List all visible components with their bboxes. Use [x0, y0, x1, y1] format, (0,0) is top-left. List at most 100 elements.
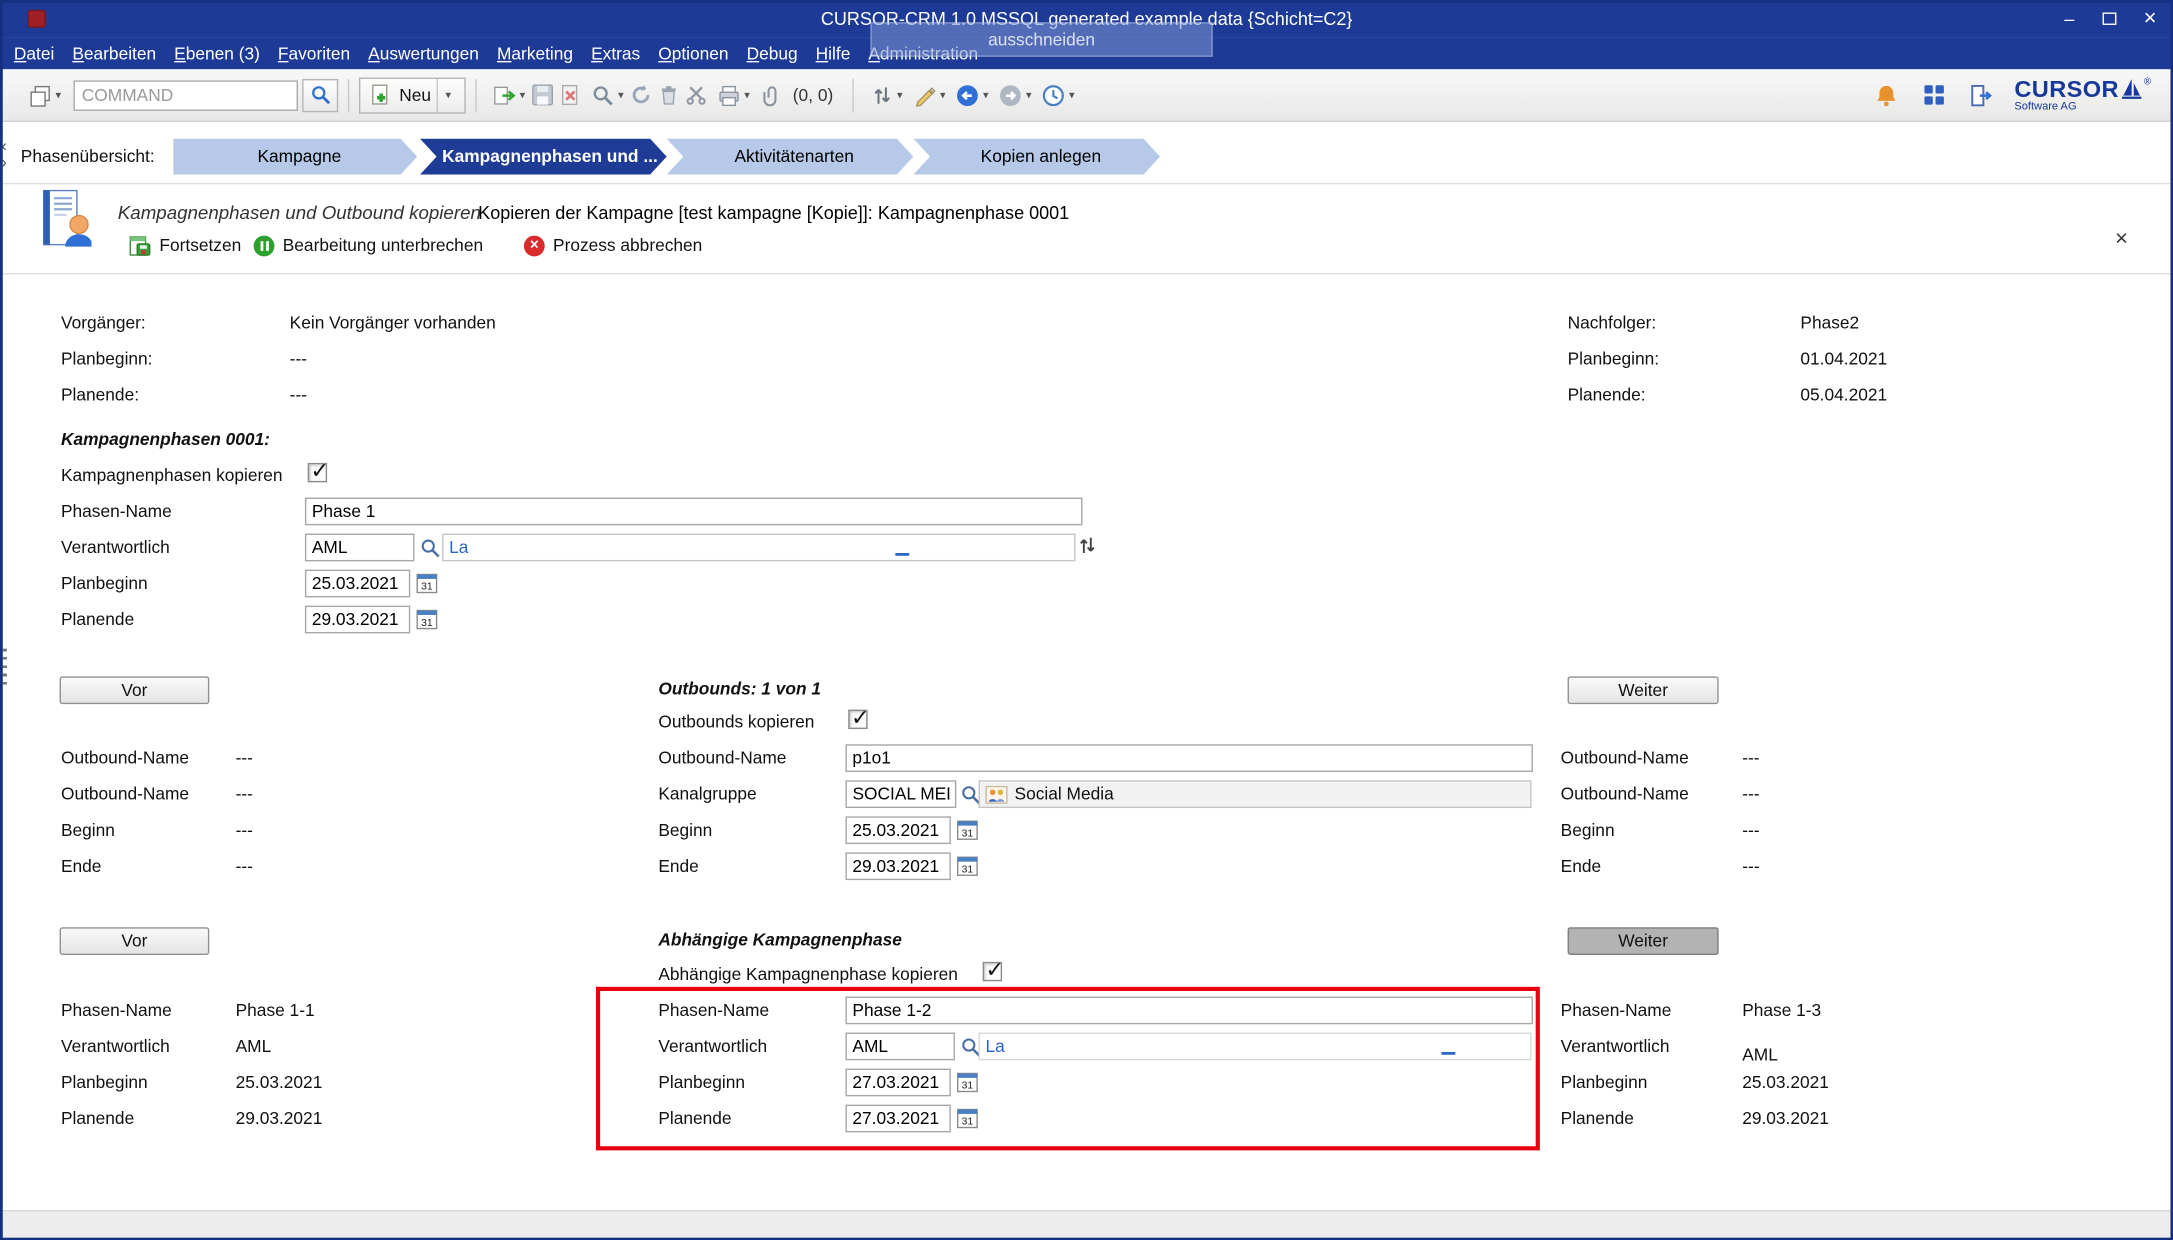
verantwortlich-link[interactable]: La	[985, 1037, 1004, 1058]
check-icon: ✓	[851, 704, 870, 732]
calendar-icon[interactable]: 31	[956, 818, 978, 842]
verantwortlich-display-field[interactable]	[442, 534, 1075, 562]
phase-copy-checkbox[interactable]: ✓	[308, 463, 327, 482]
search-records-caret-icon[interactable]: ▾	[618, 89, 624, 101]
tab-kampagnenphasen[interactable]: Kampagnenphasen und ...	[420, 139, 667, 175]
search-records-icon[interactable]	[589, 81, 617, 109]
calendar-icon[interactable]: 31	[956, 854, 978, 878]
print-caret-icon[interactable]: ▾	[744, 89, 750, 101]
sort-icon[interactable]	[868, 81, 896, 109]
fortsetzen-button[interactable]: Fortsetzen	[129, 230, 241, 260]
outbound-name-input[interactable]	[845, 744, 1532, 772]
history-icon[interactable]	[1040, 81, 1068, 109]
edit-caret-icon[interactable]: ▾	[940, 89, 946, 101]
cut-icon[interactable]	[683, 81, 711, 109]
bearbeitung-unterbrechen-button[interactable]: Bearbeitung unterbrechen	[254, 230, 483, 260]
outbound-name-value: ---	[236, 784, 253, 805]
menu-item-auswertungen[interactable]: Auswertungen	[368, 44, 479, 63]
command-search-button[interactable]	[302, 78, 338, 111]
calendar-icon[interactable]: 31	[956, 1106, 978, 1130]
planende-input[interactable]	[305, 606, 410, 634]
verantwortlich-input[interactable]	[305, 534, 414, 562]
logout-icon[interactable]	[1967, 81, 1995, 109]
verantwortlich-value: AML	[236, 1037, 272, 1058]
menu-item-datei[interactable]: Datei	[14, 44, 54, 63]
forward-icon[interactable]	[997, 81, 1025, 109]
nachfolger-value: Phase2	[1800, 313, 1859, 334]
menu-item-bearbeiten[interactable]: Bearbeiten	[72, 44, 156, 63]
sort-updown-icon[interactable]	[1078, 535, 1096, 556]
menu-item-ebenen[interactable]: Ebenen (3)	[174, 44, 260, 63]
outbound-name-label: Outbound-Name	[658, 748, 786, 769]
tab-aktivitaetenarten[interactable]: Aktivitätenarten	[667, 139, 914, 175]
export-icon[interactable]	[491, 81, 519, 109]
delete-record-icon[interactable]	[557, 81, 585, 109]
edit-icon[interactable]	[911, 81, 939, 109]
planbeginn-input[interactable]	[845, 1069, 950, 1097]
planbeginn-input[interactable]	[305, 570, 410, 598]
notification-icon[interactable]	[1873, 81, 1901, 109]
menu-item-optionen[interactable]: Optionen	[658, 44, 728, 63]
forward-caret-icon[interactable]: ▾	[1026, 89, 1032, 101]
kanalgruppe-input[interactable]	[845, 780, 956, 808]
planende-input[interactable]	[845, 1105, 950, 1133]
menu-item-extras[interactable]: Extras	[591, 44, 640, 63]
vorgaenger-label: Vorgänger:	[61, 313, 146, 334]
prozess-abbrechen-button[interactable]: × Prozess abbrechen	[524, 230, 702, 260]
phasen-name-input[interactable]	[845, 997, 1532, 1025]
verantwortlich-link[interactable]: La	[449, 538, 468, 559]
lookup-search-icon[interactable]	[420, 538, 441, 559]
apps-grid-icon[interactable]	[1920, 81, 1948, 109]
neu-caret-icon[interactable]: ▾	[446, 89, 452, 101]
command-input[interactable]	[73, 80, 298, 110]
verantwortlich-display-field[interactable]	[979, 1033, 1532, 1061]
new-record-icon	[366, 81, 394, 109]
panel-collapse-left-icon[interactable]: ‹	[1, 139, 7, 153]
neu-button[interactable]: Neu ▾	[359, 77, 466, 113]
print-icon[interactable]	[715, 81, 743, 109]
beginn-input[interactable]	[845, 816, 950, 844]
weiter-button[interactable]: Weiter	[1568, 927, 1719, 955]
phasen-name-input[interactable]	[305, 498, 1083, 526]
tab-kampagne[interactable]: Kampagne	[173, 139, 417, 175]
sort-caret-icon[interactable]: ▾	[897, 89, 903, 101]
attachment-icon[interactable]	[758, 81, 786, 109]
registered-mark: ®	[2144, 78, 2151, 88]
close-window-button[interactable]: ×	[2144, 8, 2157, 30]
weiter-button[interactable]: Weiter	[1568, 676, 1719, 704]
planbeginn-label: Planbeginn:	[61, 349, 153, 370]
vor-button[interactable]: Vor	[60, 927, 210, 955]
close-panel-icon[interactable]: ×	[2115, 227, 2128, 252]
menu-item-hilfe[interactable]: Hilfe	[816, 44, 851, 63]
window-copy-icon[interactable]	[26, 81, 54, 109]
trash-icon[interactable]	[656, 81, 684, 109]
outbounds-copy-checkbox[interactable]: ✓	[848, 710, 867, 729]
verantwortlich-input[interactable]	[845, 1033, 954, 1061]
back-caret-icon[interactable]: ▾	[983, 89, 989, 101]
menu-item-favoriten[interactable]: Favoriten	[278, 44, 350, 63]
maximize-button[interactable]	[2102, 10, 2116, 28]
calendar-icon[interactable]: 31	[416, 571, 438, 595]
ende-label: Ende	[1561, 857, 1601, 878]
minimize-button[interactable]: –	[2064, 10, 2074, 28]
planende-label: Planende:	[1568, 385, 1646, 406]
maximize-icon	[2102, 12, 2116, 24]
calendar-icon[interactable]: 31	[416, 607, 438, 631]
tab-kopien-anlegen[interactable]: Kopien anlegen	[913, 139, 1160, 175]
dependent-copy-checkbox[interactable]: ✓	[983, 962, 1002, 981]
outbound-name-value: ---	[1742, 784, 1759, 805]
menu-item-marketing[interactable]: Marketing	[497, 44, 573, 63]
splitter-grip[interactable]	[3, 649, 7, 688]
back-icon[interactable]	[954, 81, 982, 109]
ende-input[interactable]	[845, 852, 950, 880]
panel-expand-right-icon[interactable]: ›	[1, 155, 7, 169]
history-caret-icon[interactable]: ▾	[1069, 89, 1075, 101]
outbound-name-value: ---	[1742, 748, 1759, 769]
calendar-icon[interactable]: 31	[956, 1070, 978, 1094]
export-caret-icon[interactable]: ▾	[520, 89, 526, 101]
vor-button[interactable]: Vor	[60, 676, 210, 704]
menu-item-debug[interactable]: Debug	[747, 44, 798, 63]
save-icon[interactable]	[529, 81, 557, 109]
window-copy-caret-icon[interactable]: ▾	[55, 89, 61, 101]
refresh-icon[interactable]	[628, 81, 656, 109]
